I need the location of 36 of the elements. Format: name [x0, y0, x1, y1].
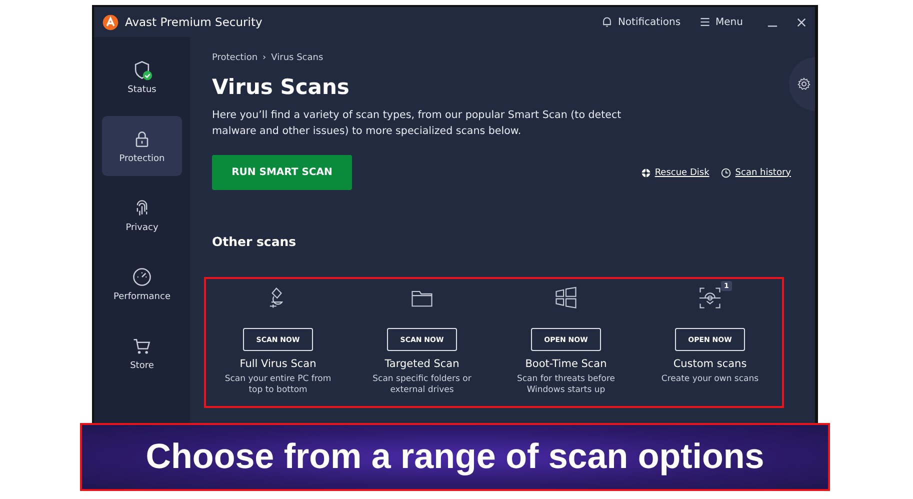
breadcrumb-separator: ›: [262, 53, 266, 63]
menu-icon: [698, 16, 711, 28]
sidebar-item[interactable]: Protection: [102, 116, 182, 176]
scan-description: Scan your entire PC from top to bottom: [224, 374, 332, 396]
breadcrumb-current: Virus Scans: [271, 53, 324, 63]
logo-icon: [102, 14, 119, 30]
breadcrumb-link[interactable]: Protection: [212, 53, 258, 63]
gauge-icon: [131, 266, 153, 288]
section-title: Other scans: [212, 234, 298, 249]
notifications-button[interactable]: Notifications: [594, 16, 687, 28]
run-smart-scan-button[interactable]: RUN SMART SCAN: [212, 155, 352, 190]
app-title: Avast Premium Security: [125, 15, 262, 29]
link[interactable]: Scan history: [735, 168, 791, 178]
close-icon[interactable]: [796, 16, 807, 28]
scan-title: Full Virus Scan: [240, 358, 316, 370]
windows-icon: [553, 285, 579, 311]
sidebar-item[interactable]: Store: [102, 323, 182, 383]
settings-icon: [797, 77, 811, 91]
sidebar-item[interactable]: Status: [102, 47, 182, 107]
sidebar-item[interactable]: Performance: [102, 254, 182, 314]
scan-title: Boot-Time Scan: [525, 358, 607, 370]
page-description: Here you’ll find a variety of scan types, from our popular Smart Scan (to detect malware and other issues) to more specialized scans below.: [212, 108, 622, 139]
menu-button[interactable]: Menu: [692, 16, 749, 28]
scan-title: Custom scans: [673, 358, 747, 370]
link[interactable]: Rescue Disk: [654, 168, 710, 178]
page-heading: Virus Scans: [212, 75, 350, 99]
scan-description: Create your own scans: [660, 374, 760, 385]
clock-icon: [721, 168, 732, 178]
scan-title: Targeted Scan: [384, 358, 460, 370]
sidebar-item[interactable]: Privacy: [102, 185, 182, 245]
scan-description: Scan specific folders or external drives: [372, 374, 472, 396]
scan-description: Scan for threats before Windows starts up: [516, 374, 616, 396]
gear-scan-icon: [697, 285, 723, 311]
bell-icon: [600, 16, 613, 28]
caption-text: Choose from a range of scan options: [146, 437, 764, 477]
lifebuoy-icon: [640, 168, 651, 178]
